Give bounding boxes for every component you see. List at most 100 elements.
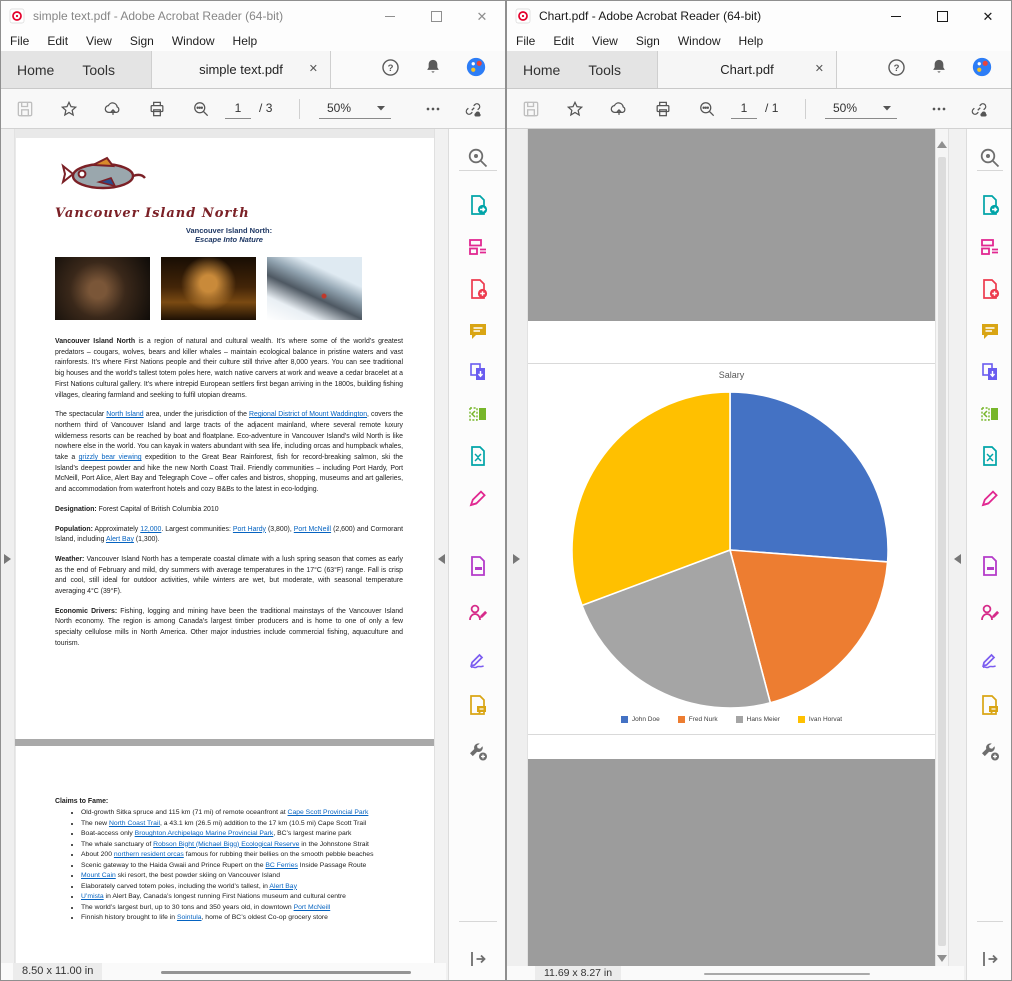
overflow-menu-icon[interactable]: [929, 99, 949, 119]
star-icon[interactable]: [565, 99, 585, 119]
doc-link[interactable]: Cape Scott Provincial Park: [288, 809, 369, 816]
create-pdf-icon[interactable]: [466, 277, 490, 301]
edit-pdf-icon[interactable]: [466, 235, 490, 259]
fill-sign-icon[interactable]: [466, 647, 490, 671]
tab-tools[interactable]: Tools: [588, 62, 621, 78]
zoom-tool-icon[interactable]: [697, 99, 717, 119]
send-comments-icon[interactable]: [466, 693, 490, 717]
search-tools-icon[interactable]: [466, 146, 490, 170]
titlebar[interactable]: simple text.pdf - Adobe Acrobat Reader (…: [1, 1, 505, 31]
fill-sign-icon[interactable]: [978, 647, 1002, 671]
tab-document[interactable]: simple text.pdf ✕: [151, 51, 331, 88]
request-signatures-icon[interactable]: [466, 601, 490, 625]
menu-sign[interactable]: Sign: [121, 34, 163, 48]
doc-link[interactable]: Sointula: [177, 914, 202, 921]
expand-nav-pane-icon[interactable]: [513, 554, 520, 564]
star-icon[interactable]: [59, 99, 79, 119]
maximize-button[interactable]: [413, 1, 459, 31]
create-pdf-icon[interactable]: [978, 277, 1002, 301]
overflow-menu-icon[interactable]: [423, 99, 443, 119]
doc-link[interactable]: North Island: [106, 411, 143, 418]
redact-icon[interactable]: [466, 486, 490, 510]
open-tools-pane-icon[interactable]: [466, 947, 490, 971]
save-icon[interactable]: [521, 99, 541, 119]
pdf-page-view[interactable]: Salary John DoeFred NurkHans MeierIvan H…: [528, 129, 935, 980]
send-comments-icon[interactable]: [978, 693, 1002, 717]
collapse-tools-pane-icon[interactable]: [438, 554, 445, 564]
doc-link[interactable]: grizzly bear viewing: [79, 454, 142, 461]
search-tools-icon[interactable]: [978, 146, 1002, 170]
doc-link[interactable]: Alert Bay: [106, 536, 134, 543]
maximize-button[interactable]: [919, 1, 965, 31]
doc-link[interactable]: Broughton Archipelago Marine Provincial …: [135, 830, 274, 837]
comment-icon[interactable]: [466, 319, 490, 343]
menu-help[interactable]: Help: [224, 34, 267, 48]
print-icon[interactable]: [653, 99, 673, 119]
protect-icon[interactable]: [978, 554, 1002, 578]
page-number-input[interactable]: 1: [225, 98, 251, 119]
menu-view[interactable]: View: [583, 34, 627, 48]
menu-view[interactable]: View: [77, 34, 121, 48]
combine-files-icon[interactable]: [978, 360, 1002, 384]
tools-pane-splitter[interactable]: [434, 129, 448, 980]
horizontal-scrollbar[interactable]: [161, 971, 411, 974]
collapse-tools-pane-icon[interactable]: [954, 554, 961, 564]
menu-window[interactable]: Window: [163, 34, 224, 48]
menu-window[interactable]: Window: [669, 34, 730, 48]
doc-link[interactable]: Regional District of Mount Waddington: [249, 411, 367, 418]
zoom-tool-icon[interactable]: [191, 99, 211, 119]
compress-pdf-icon[interactable]: [978, 444, 1002, 468]
tab-home[interactable]: Home: [523, 62, 560, 78]
share-cloud-icon[interactable]: [609, 99, 629, 119]
doc-link[interactable]: North Coast Trail: [109, 820, 160, 827]
minimize-button[interactable]: [367, 1, 413, 31]
tab-home[interactable]: Home: [17, 62, 54, 78]
compress-pdf-icon[interactable]: [466, 444, 490, 468]
close-button[interactable]: ✕: [459, 1, 505, 31]
account-avatar[interactable]: [971, 56, 993, 83]
vertical-scrollbar-thumb[interactable]: [938, 157, 946, 946]
horizontal-scrollbar[interactable]: [704, 973, 870, 975]
doc-link[interactable]: Alert Bay: [269, 883, 297, 890]
tools-pane-splitter[interactable]: [948, 129, 966, 980]
tab-close-icon[interactable]: ✕: [309, 62, 318, 75]
expand-nav-pane-icon[interactable]: [4, 554, 11, 564]
menu-file[interactable]: File: [1, 34, 38, 48]
save-icon[interactable]: [15, 99, 35, 119]
more-tools-icon[interactable]: [466, 739, 490, 763]
open-tools-pane-icon[interactable]: [978, 947, 1002, 971]
doc-link[interactable]: 12,000: [140, 526, 161, 533]
menu-edit[interactable]: Edit: [544, 34, 583, 48]
export-pdf-icon[interactable]: [466, 193, 490, 217]
menu-edit[interactable]: Edit: [38, 34, 77, 48]
doc-link[interactable]: northern resident orcas: [114, 851, 184, 858]
zoom-level-dropdown[interactable]: 50%: [825, 98, 897, 119]
doc-link[interactable]: Mount Cain: [81, 872, 116, 879]
tab-document[interactable]: Chart.pdf ✕: [657, 51, 837, 88]
share-cloud-icon[interactable]: [103, 99, 123, 119]
page-number-input[interactable]: 1: [731, 98, 757, 119]
help-icon[interactable]: ?: [380, 57, 401, 83]
menu-sign[interactable]: Sign: [627, 34, 669, 48]
menu-help[interactable]: Help: [730, 34, 773, 48]
tab-close-icon[interactable]: ✕: [815, 62, 824, 75]
share-link-icon[interactable]: [969, 99, 989, 119]
combine-files-icon[interactable]: [466, 360, 490, 384]
minimize-button[interactable]: [873, 1, 919, 31]
more-tools-icon[interactable]: [978, 739, 1002, 763]
organize-pages-icon[interactable]: [466, 402, 490, 426]
scroll-down-icon[interactable]: [937, 955, 947, 962]
doc-link[interactable]: Port Hardy: [233, 526, 266, 533]
vertical-scrollbar[interactable]: [935, 129, 948, 980]
export-pdf-icon[interactable]: [978, 193, 1002, 217]
request-signatures-icon[interactable]: [978, 601, 1002, 625]
notifications-bell-icon[interactable]: [929, 57, 949, 82]
doc-link[interactable]: BC Ferries: [265, 862, 297, 869]
help-icon[interactable]: ?: [886, 57, 907, 83]
edit-pdf-icon[interactable]: [978, 235, 1002, 259]
menu-file[interactable]: File: [507, 34, 544, 48]
account-avatar[interactable]: [465, 56, 487, 83]
comment-icon[interactable]: [978, 319, 1002, 343]
tab-tools[interactable]: Tools: [82, 62, 115, 78]
close-button[interactable]: ✕: [965, 1, 1011, 31]
